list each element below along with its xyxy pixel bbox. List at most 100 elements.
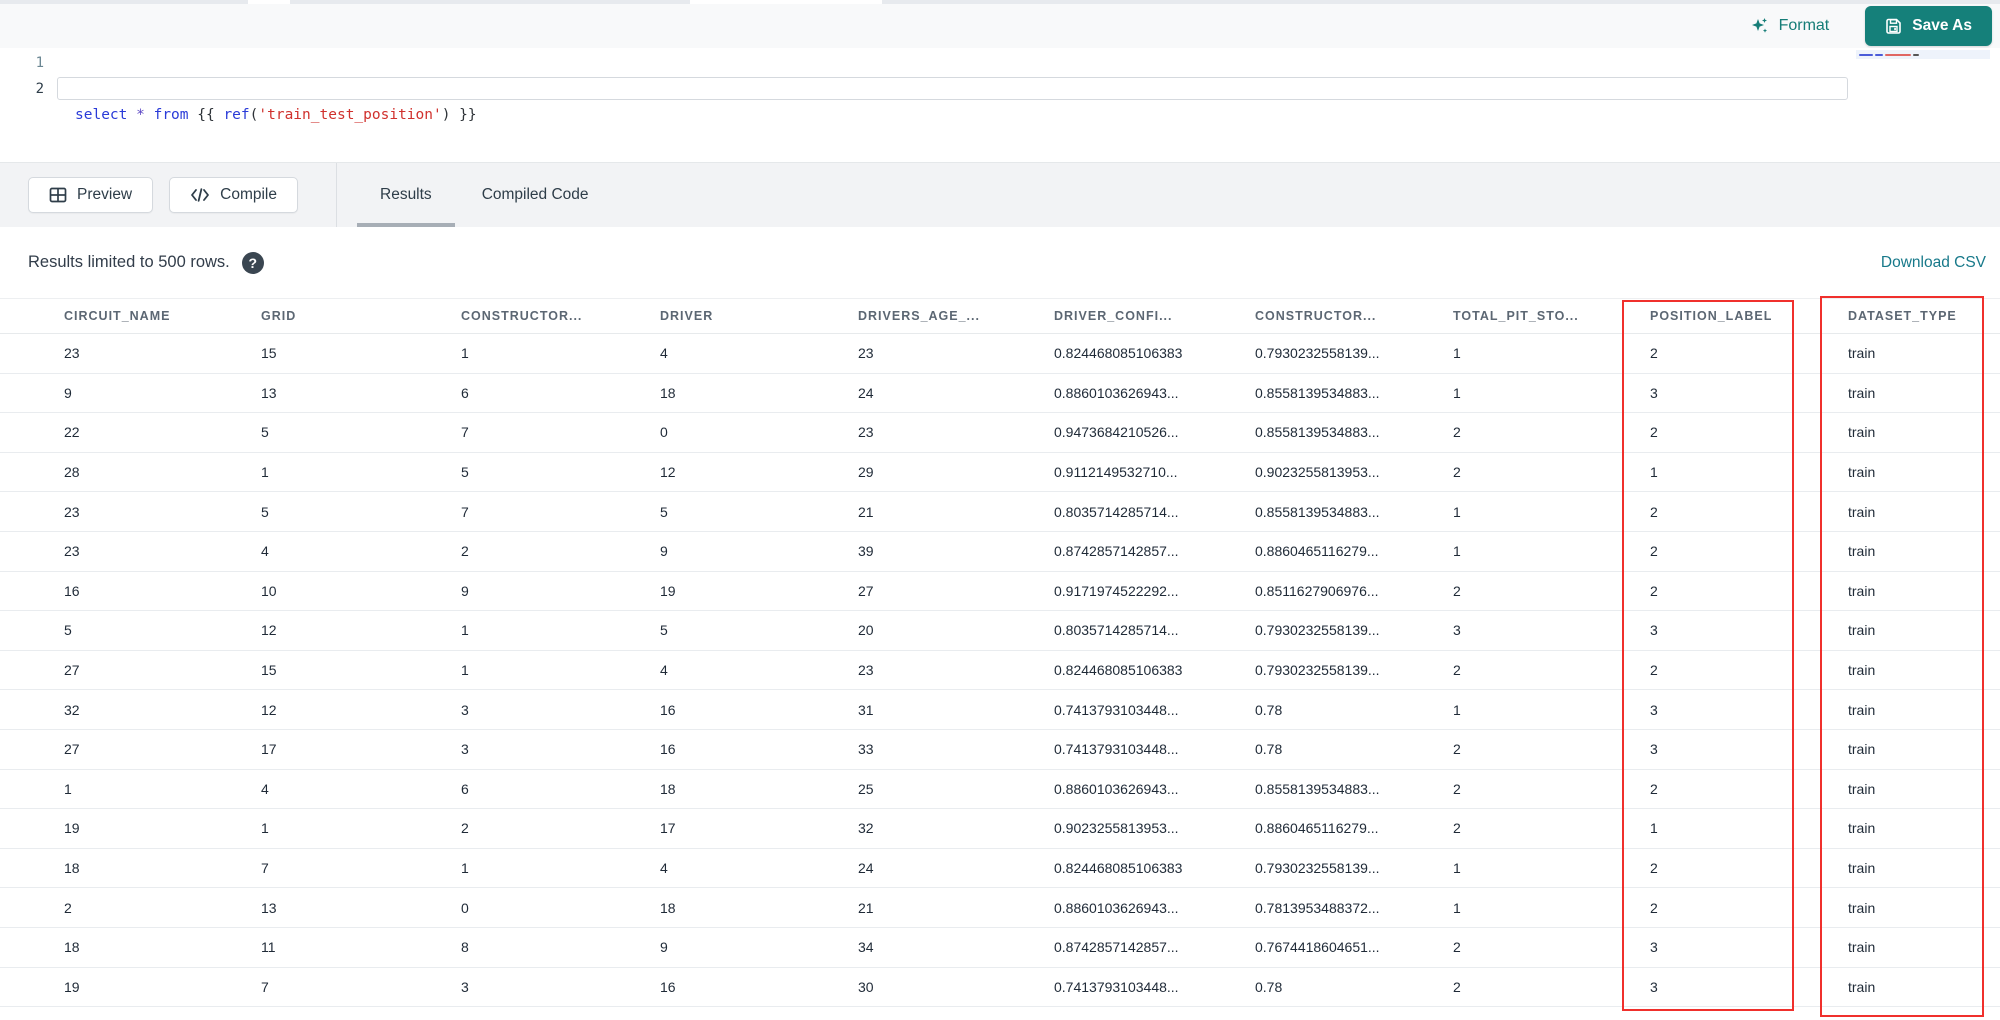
preview-button[interactable]: Preview bbox=[28, 177, 154, 213]
table-row: 19 7 3 16 30 0.7413793103448... 0.78 2 3 train bbox=[0, 967, 2000, 1008]
table-icon bbox=[49, 186, 67, 204]
table-cell: 2 bbox=[461, 820, 469, 837]
table-row: 27 15 1 4 23 0.824468085106383 0.7930232558139… bbox=[0, 650, 2000, 691]
table-cell: 23 bbox=[64, 345, 80, 362]
table-cell: 0.8511627906976... bbox=[1255, 582, 1379, 599]
table-cell: 13 bbox=[261, 384, 277, 401]
table-cell: 12 bbox=[261, 701, 277, 718]
table-cell: 4 bbox=[660, 345, 668, 362]
table-cell: 2 bbox=[1650, 899, 1658, 916]
table-cell: 21 bbox=[858, 503, 874, 520]
table-cell: 28 bbox=[64, 464, 80, 481]
table-cell: 2 bbox=[1453, 820, 1461, 837]
table-cell: 5 bbox=[660, 622, 668, 639]
table-cell: 0.78 bbox=[1255, 741, 1283, 758]
table-cell: 0.8860103626943... bbox=[1054, 780, 1179, 797]
table-cell: train bbox=[1848, 741, 1876, 758]
tab-results[interactable]: Results bbox=[355, 163, 457, 228]
code-line-1[interactable]: select * from {{ ref('train_test_positio… bbox=[75, 102, 1990, 128]
table-cell: 5 bbox=[461, 464, 469, 481]
results-table: CIRCUIT_NAME GRID CONSTRUCTOR... DRIVER DRIV… bbox=[0, 298, 2000, 1008]
table-cell: 2 bbox=[1650, 860, 1658, 877]
download-csv-link[interactable]: Download CSV bbox=[1881, 254, 1986, 272]
column-header: DRIVERS_AGE_... bbox=[858, 309, 980, 323]
table-cell: 0.7674418604651... bbox=[1255, 939, 1380, 956]
table-cell: 0.7930232558139... bbox=[1255, 662, 1380, 679]
code-token: * bbox=[136, 107, 145, 123]
table-cell: 23 bbox=[64, 503, 80, 520]
table-cell: 25 bbox=[858, 780, 874, 797]
column-header: CIRCUIT_NAME bbox=[64, 309, 171, 323]
help-icon[interactable]: ? bbox=[241, 251, 264, 274]
table-cell: 0.9473684210526... bbox=[1054, 424, 1179, 441]
table-cell: 17 bbox=[660, 820, 676, 837]
table-cell: 23 bbox=[64, 543, 80, 560]
table-cell: train bbox=[1848, 820, 1876, 837]
table-row: 23 15 1 4 23 0.824468085106383 0.7930232558139… bbox=[0, 334, 2000, 374]
table-row: 2 13 0 18 21 0.8860103626943... 0.781395348837… bbox=[0, 888, 2000, 928]
table-cell: 1 bbox=[64, 780, 72, 797]
results-table-body: 23 15 1 4 23 0.824468085106383 0.7930232558139… bbox=[0, 334, 2000, 1008]
table-cell: 3 bbox=[1453, 622, 1461, 639]
table-cell: 1 bbox=[1650, 464, 1658, 481]
table-cell: 0.824468085106383 bbox=[1054, 860, 1183, 877]
table-cell: 2 bbox=[1650, 424, 1658, 441]
table-cell: 0.8558139534883... bbox=[1255, 424, 1380, 441]
code-editor[interactable]: 1 2 select * from {{ ref('train_test_pos… bbox=[0, 48, 2000, 162]
table-cell: 2 bbox=[1650, 345, 1658, 362]
table-cell: train bbox=[1848, 899, 1876, 916]
table-cell: 0.7930232558139... bbox=[1255, 345, 1380, 362]
column-header: GRID bbox=[261, 309, 297, 323]
compile-button[interactable]: Compile bbox=[169, 177, 298, 213]
table-cell: 0.8860465116279... bbox=[1255, 543, 1379, 560]
table-cell: 17 bbox=[261, 741, 277, 758]
table-cell: 4 bbox=[261, 780, 269, 797]
table-cell: 1 bbox=[461, 622, 469, 639]
table-cell: 34 bbox=[858, 939, 874, 956]
ide-window: Format Save As 1 2 select * from {{ ref(… bbox=[0, 0, 2000, 1020]
table-cell: 10 bbox=[261, 582, 277, 599]
table-cell: 32 bbox=[858, 820, 874, 837]
table-cell: 3 bbox=[461, 741, 469, 758]
table-cell: 18 bbox=[64, 939, 80, 956]
table-row: 32 12 3 16 31 0.7413793103448... 0.78 1 3 train bbox=[0, 690, 2000, 730]
table-cell: 16 bbox=[660, 741, 676, 758]
column-header: CONSTRUCTOR... bbox=[461, 309, 583, 323]
format-button[interactable]: Format bbox=[1750, 16, 1829, 36]
table-cell: 2 bbox=[1650, 503, 1658, 520]
tab-compiled-code[interactable]: Compiled Code bbox=[457, 163, 614, 228]
tab-label: Results bbox=[380, 186, 432, 203]
table-cell: 0.7930232558139... bbox=[1255, 622, 1380, 639]
table-cell: 0.9171974522292... bbox=[1054, 582, 1179, 599]
results-info-bar: Results limited to 500 rows. ? Download … bbox=[0, 227, 2000, 298]
table-cell: 27 bbox=[858, 582, 874, 599]
table-cell: 0.7413793103448... bbox=[1054, 978, 1179, 995]
table-cell: 4 bbox=[660, 662, 668, 679]
table-row: 19 1 2 17 32 0.9023255813953... 0.886046511627… bbox=[0, 809, 2000, 849]
column-header: DRIVER bbox=[660, 309, 714, 323]
save-as-button[interactable]: Save As bbox=[1865, 6, 1992, 46]
table-cell: 5 bbox=[64, 622, 72, 639]
row-limit-message: Results limited to 500 rows. bbox=[28, 253, 230, 271]
table-cell: 16 bbox=[660, 701, 676, 718]
table-cell: 2 bbox=[461, 543, 469, 560]
table-cell: 0.8860103626943... bbox=[1054, 384, 1179, 401]
table-cell: train bbox=[1848, 780, 1876, 797]
table-cell: 33 bbox=[858, 741, 874, 758]
table-cell: train bbox=[1848, 503, 1876, 520]
table-cell: 3 bbox=[461, 701, 469, 718]
table-cell: 3 bbox=[1650, 741, 1658, 758]
result-tabs: Results Compiled Code bbox=[355, 163, 614, 228]
editor-toolbar: Format Save As bbox=[0, 4, 2000, 48]
line-number: 1 bbox=[35, 55, 44, 71]
table-cell: 2 bbox=[1650, 543, 1658, 560]
table-cell: 6 bbox=[461, 780, 469, 797]
table-cell: 16 bbox=[64, 582, 80, 599]
table-cell: 2 bbox=[64, 899, 72, 916]
compile-label: Compile bbox=[220, 186, 277, 203]
table-cell: 3 bbox=[1650, 701, 1658, 718]
table-row: 1 4 6 18 25 0.8860103626943... 0.8558139534883… bbox=[0, 769, 2000, 810]
table-cell: 0.9112149532710... bbox=[1054, 464, 1178, 481]
table-cell: 0 bbox=[461, 899, 469, 916]
